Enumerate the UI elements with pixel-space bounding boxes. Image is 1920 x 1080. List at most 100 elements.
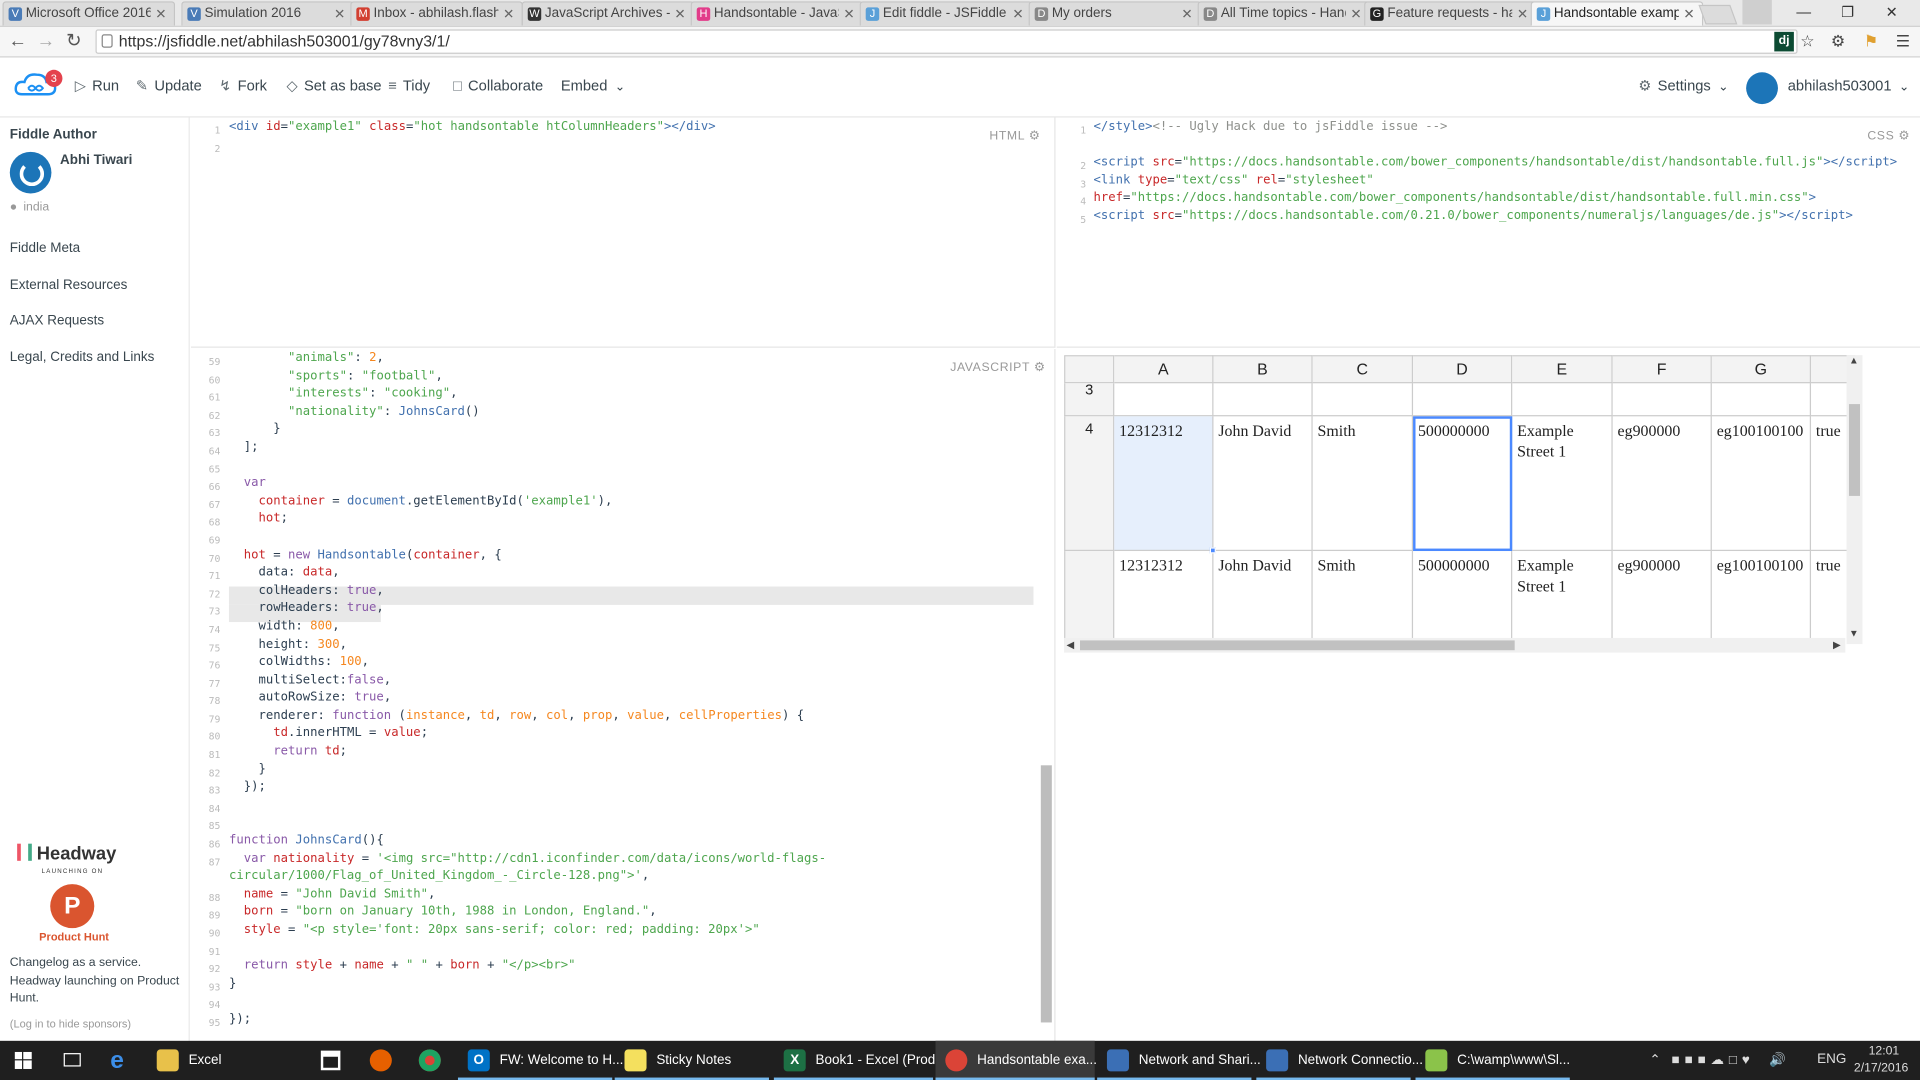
gear-icon[interactable]: ⚙ xyxy=(1029,130,1041,143)
close-tab-icon[interactable]: ✕ xyxy=(334,6,345,22)
table-cell[interactable] xyxy=(1413,383,1513,417)
browser-tab[interactable]: G Feature requests - han ✕ xyxy=(1364,1,1537,26)
clock-date[interactable]: 2/17/2016 xyxy=(1854,1062,1908,1075)
table-cell[interactable]: eg900000 xyxy=(1612,416,1712,552)
row-header[interactable] xyxy=(1064,551,1115,645)
author-name[interactable]: Abhi Tiwari xyxy=(60,153,132,168)
horizontal-scrollbar[interactable]: ◀ ▶ xyxy=(1064,637,1846,653)
embed-button[interactable]: Embed ⌄ xyxy=(561,77,625,94)
html-code[interactable]: <div id="example1" class="hot handsontab… xyxy=(229,119,716,137)
start-icon[interactable] xyxy=(14,1051,32,1069)
collaborate-button[interactable]: □ Collaborate xyxy=(453,77,543,94)
column-header[interactable]: G xyxy=(1711,355,1812,384)
close-tab-icon[interactable]: ✕ xyxy=(155,6,166,22)
close-tab-icon[interactable]: ✕ xyxy=(674,6,685,22)
table-cell[interactable] xyxy=(1312,383,1414,417)
close-window-icon[interactable]: ✕ xyxy=(1871,0,1913,24)
url-input[interactable]: https://jsfiddle.net/abhilash503001/gy78… xyxy=(95,29,1798,54)
table-cell[interactable] xyxy=(1512,383,1613,417)
table-cell[interactable]: 500000000 xyxy=(1413,416,1513,552)
browser-tab[interactable]: V Simulation 2016 ✕ xyxy=(181,1,354,26)
user-avatar[interactable] xyxy=(1746,72,1778,105)
user-menu[interactable]: abhilash503001 ⌄ xyxy=(1788,77,1909,94)
browser-tab[interactable]: J Edit fiddle - JSFiddle ✕ xyxy=(859,1,1033,26)
extension-bookmark-icon[interactable]: ⚑ xyxy=(1861,32,1881,52)
taskbar-item-excel-folder[interactable]: Excel xyxy=(147,1041,306,1080)
css-editor[interactable]: 12345 </style><!-- Ugly Hack due to jsFi… xyxy=(1056,117,1920,348)
taskbar-item-network-connections[interactable]: Network Connectio... xyxy=(1256,1041,1423,1080)
profile-icon[interactable] xyxy=(1742,0,1772,25)
firefox-icon[interactable] xyxy=(369,1049,392,1072)
sidebar-item-external-resources[interactable]: External Resources xyxy=(10,278,128,293)
close-tab-icon[interactable]: ✕ xyxy=(1012,6,1023,22)
column-header[interactable]: B xyxy=(1213,355,1313,384)
tidy-button[interactable]: ≡ Tidy xyxy=(388,77,430,94)
set-as-base-button[interactable]: ◇ Set as base xyxy=(287,77,382,94)
table-cell[interactable]: Smith xyxy=(1313,551,1414,645)
gear-icon[interactable]: ⚙ xyxy=(1034,361,1046,374)
scroll-up-icon[interactable]: ▲ xyxy=(1849,355,1859,366)
back-icon[interactable]: ← xyxy=(9,31,27,53)
sidebar-item-ajax-requests[interactable]: AJAX Requests xyxy=(10,313,104,328)
keyboard-language[interactable]: ENG xyxy=(1817,1052,1846,1067)
table-cell[interactable] xyxy=(1711,383,1812,417)
tray-app-icons[interactable]: ■■■☁□♥ xyxy=(1671,1052,1754,1068)
browser-tab[interactable]: J Handsontable exampl ✕ xyxy=(1530,1,1704,26)
close-tab-icon[interactable]: ✕ xyxy=(503,6,514,22)
table-cell[interactable]: Example Street 1 xyxy=(1512,416,1613,552)
row-header-partial[interactable]: 3 xyxy=(1064,383,1115,417)
browser-tab[interactable]: V Microsoft Office 2016 ✕ xyxy=(2,1,176,26)
close-tab-icon[interactable]: ✕ xyxy=(843,6,854,22)
taskbar-item-sticky-notes[interactable]: Sticky Notes xyxy=(614,1041,769,1080)
handsontable-grid[interactable]: ABCDEFG 3 4 12312312 John David Smith 500000… xyxy=(1064,355,1856,645)
close-tab-icon[interactable]: ✕ xyxy=(1517,6,1528,22)
edge-icon[interactable]: e xyxy=(110,1047,124,1075)
column-header[interactable]: C xyxy=(1312,355,1414,384)
sidebar-item-fiddle-meta[interactable]: Fiddle Meta xyxy=(10,241,80,256)
javascript-code[interactable]: "animals": 2, "sports": "football", "int… xyxy=(229,350,826,1029)
editor-scrollbar[interactable] xyxy=(1040,765,1052,1023)
table-cell[interactable]: 12312312 xyxy=(1114,416,1214,552)
table-cell[interactable]: 500000000 xyxy=(1413,551,1513,645)
new-tab-button[interactable] xyxy=(1698,4,1738,25)
scroll-thumb[interactable] xyxy=(1848,404,1861,496)
html-editor[interactable]: 12 <div id="example1" class="hot handson… xyxy=(191,117,1056,348)
scroll-left-icon[interactable]: ◀ xyxy=(1067,639,1075,650)
menu-icon[interactable]: ☰ xyxy=(1893,32,1913,52)
extension-icon[interactable]: ⚙ xyxy=(1828,32,1848,52)
run-button[interactable]: ▷ Run xyxy=(75,77,119,94)
scroll-down-icon[interactable]: ▼ xyxy=(1849,628,1859,639)
settings-button[interactable]: ⚙ Settings ⌄ xyxy=(1638,77,1728,94)
table-cell[interactable]: John David xyxy=(1213,416,1313,552)
clock-time[interactable]: 12:01 xyxy=(1869,1044,1900,1057)
hide-sponsors-link[interactable]: (Log in to hide sponsors) xyxy=(10,1018,131,1030)
browser-tab[interactable]: H Handsontable - JavaS ✕ xyxy=(690,1,864,26)
column-header[interactable]: E xyxy=(1512,355,1613,384)
store-icon[interactable] xyxy=(320,1050,341,1071)
column-header[interactable]: F xyxy=(1612,355,1712,384)
sponsor-block[interactable]: Headway LAUNCHING ON P Product Hunt Chan… xyxy=(0,835,190,1041)
volume-icon[interactable]: 🔊 xyxy=(1769,1052,1786,1068)
minimize-icon[interactable]: — xyxy=(1783,0,1825,24)
taskbar-item-excel[interactable]: X Book1 - Excel (Prod... xyxy=(773,1041,947,1080)
table-cell[interactable]: 12312312 xyxy=(1114,551,1214,645)
forward-icon[interactable]: → xyxy=(37,31,55,53)
gear-icon[interactable]: ⚙ xyxy=(1898,130,1910,143)
row-header[interactable]: 4 xyxy=(1064,416,1115,552)
taskbar-item-wamp[interactable]: C:\wamp\www\Sl... xyxy=(1415,1041,1570,1080)
taskbar-item-outlook[interactable]: O FW: Welcome to H... xyxy=(457,1041,623,1080)
table-cell[interactable]: eg100100100 xyxy=(1711,416,1812,552)
dj-extension-icon[interactable]: dj xyxy=(1774,31,1794,52)
chrome-icon[interactable] xyxy=(418,1049,441,1072)
table-cell[interactable] xyxy=(1213,383,1313,417)
table-cell[interactable]: Example Street 1 xyxy=(1512,551,1613,645)
vertical-scrollbar[interactable]: ▲ ▼ xyxy=(1846,355,1863,645)
browser-tab[interactable]: WJavaScript Archives - R ✕ xyxy=(521,1,695,26)
reload-icon[interactable]: ↻ xyxy=(66,31,81,53)
update-button[interactable]: ✎ Update xyxy=(136,77,202,94)
taskbar-item-chrome[interactable]: Handsontable exa... xyxy=(935,1040,1097,1080)
task-view-icon[interactable] xyxy=(63,1053,81,1067)
fill-handle[interactable] xyxy=(1209,547,1216,554)
table-cell[interactable]: eg900000 xyxy=(1613,551,1712,645)
tray-chevron-icon[interactable]: ⌃ xyxy=(1649,1052,1660,1068)
